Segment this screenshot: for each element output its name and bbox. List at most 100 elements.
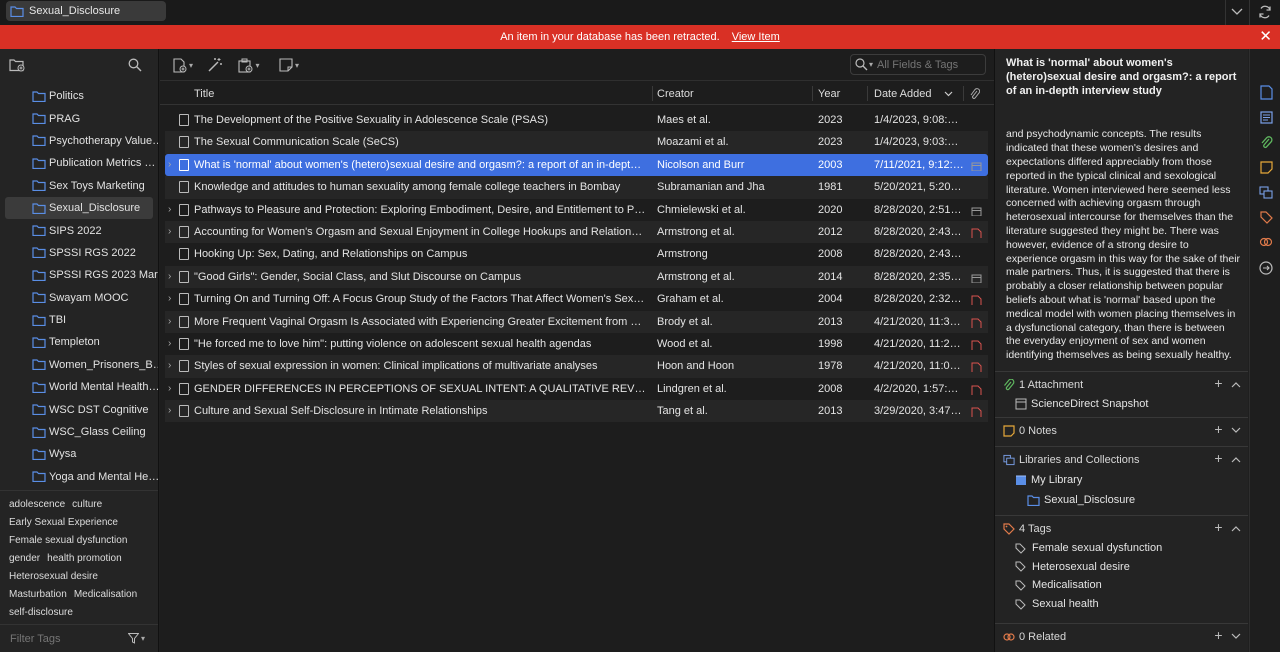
collection-item[interactable]: Psychotherapy Value… bbox=[0, 130, 158, 152]
tag-chip[interactable]: Heterosexual desire bbox=[9, 571, 98, 582]
chevron-down-icon[interactable] bbox=[1230, 628, 1241, 642]
collection-item[interactable]: Sex Toys Marketing bbox=[0, 175, 158, 197]
collection-item[interactable]: World Mental Health… bbox=[0, 376, 158, 398]
add-icon[interactable]: + bbox=[1213, 451, 1224, 465]
add-icon[interactable]: + bbox=[1213, 376, 1224, 390]
nav-libraries-button[interactable] bbox=[1258, 184, 1274, 200]
attachment-cell[interactable] bbox=[971, 226, 982, 238]
table-row[interactable]: › GENDER DIFFERENCES IN PERCEPTIONS OF SE… bbox=[165, 378, 988, 400]
chevron-right-icon[interactable]: › bbox=[168, 266, 176, 288]
column-divider[interactable] bbox=[963, 86, 964, 101]
column-creator[interactable]: Creator bbox=[657, 82, 694, 105]
attachment-cell[interactable] bbox=[971, 293, 982, 306]
nav-info-button[interactable] bbox=[1258, 84, 1274, 100]
table-row[interactable]: › "He forced me to love him": putting vio… bbox=[165, 333, 988, 355]
related-header[interactable]: 0 Related bbox=[1003, 630, 1066, 644]
attachment-cell[interactable] bbox=[971, 204, 982, 216]
tag-filter-input[interactable] bbox=[10, 632, 110, 645]
collection-item[interactable]: Sexual_Disclosure bbox=[5, 196, 153, 220]
collection-item[interactable]: Templeton bbox=[0, 331, 158, 353]
attachment-item[interactable]: ScienceDirect Snapshot bbox=[1015, 398, 1148, 410]
table-row[interactable]: Hooking Up: Sex, Dating, and Relationshi… bbox=[165, 243, 988, 265]
chevron-up-icon[interactable] bbox=[1230, 376, 1241, 390]
attachment-cell[interactable] bbox=[971, 159, 982, 171]
column-divider[interactable] bbox=[812, 86, 813, 101]
filter-collections-button[interactable] bbox=[127, 57, 143, 73]
tabs-menu-button[interactable] bbox=[1229, 2, 1245, 22]
attachment-cell[interactable] bbox=[971, 360, 982, 373]
chevron-right-icon[interactable]: › bbox=[168, 355, 176, 377]
libraries-header[interactable]: Libraries and Collections bbox=[1003, 453, 1139, 467]
tag-chip[interactable]: Medicalisation bbox=[74, 589, 137, 600]
column-attachments[interactable] bbox=[970, 82, 980, 105]
tag-actions-button[interactable]: ▾ bbox=[128, 633, 145, 644]
sync-button[interactable] bbox=[1256, 2, 1274, 22]
add-icon[interactable]: + bbox=[1213, 520, 1224, 534]
nav-related-button[interactable] bbox=[1258, 234, 1274, 250]
item-title[interactable]: What is 'normal' about women's (hetero)s… bbox=[1006, 56, 1242, 98]
chevron-up-icon[interactable] bbox=[1230, 520, 1241, 534]
add-attachment-button[interactable]: ▾ bbox=[235, 57, 263, 73]
column-date-added[interactable]: Date Added bbox=[874, 82, 953, 105]
new-note-button[interactable]: ▾ bbox=[276, 57, 302, 73]
nav-locate-button[interactable] bbox=[1258, 260, 1274, 276]
search-icon[interactable] bbox=[855, 58, 868, 71]
table-row[interactable]: › What is 'normal' about women's (hetero)… bbox=[165, 153, 988, 177]
table-row[interactable]: › Pathways to Pleasure and Protection: Ex… bbox=[165, 199, 988, 221]
table-row[interactable]: › Accounting for Women's Orgasm and Sexua… bbox=[165, 220, 988, 244]
new-item-button[interactable]: ▾ bbox=[170, 57, 196, 73]
table-row[interactable]: › Culture and Sexual Self-Disclosure in I… bbox=[165, 400, 988, 423]
collection-item[interactable]: TBI bbox=[0, 309, 158, 331]
table-row[interactable]: The Development of the Positive Sexualit… bbox=[165, 109, 988, 131]
tag-chip[interactable]: Masturbation bbox=[9, 589, 67, 600]
nav-notes-button[interactable] bbox=[1258, 159, 1274, 175]
chevron-right-icon[interactable]: › bbox=[168, 400, 176, 422]
search-input[interactable] bbox=[877, 58, 974, 71]
attachments-header[interactable]: 1 Attachment bbox=[1003, 378, 1083, 392]
chevron-right-icon[interactable]: › bbox=[168, 199, 176, 221]
chevron-right-icon[interactable]: › bbox=[168, 333, 176, 355]
table-row[interactable]: › More Frequent Vaginal Orgasm Is Associa… bbox=[165, 310, 988, 333]
table-row[interactable]: › Turning On and Turning Off: A Focus Gro… bbox=[165, 288, 988, 310]
collection-item[interactable]: Publication Metrics … bbox=[0, 152, 158, 174]
table-row[interactable]: › Styles of sexual expression in women: C… bbox=[165, 355, 988, 378]
add-icon[interactable]: + bbox=[1213, 628, 1224, 642]
attachment-cell[interactable] bbox=[971, 405, 982, 418]
attachment-cell[interactable] bbox=[971, 383, 982, 395]
library-item[interactable]: My Library bbox=[1015, 474, 1082, 486]
collection-tab[interactable]: Sexual_Disclosure bbox=[6, 1, 166, 21]
attachment-cell[interactable] bbox=[971, 316, 982, 328]
collection-item[interactable]: Swayam MOOC bbox=[0, 287, 158, 309]
table-row[interactable]: The Sexual Communication Scale (SeCS) Moa… bbox=[165, 131, 988, 154]
column-divider[interactable] bbox=[867, 86, 868, 101]
chevron-down-icon[interactable] bbox=[1230, 422, 1241, 436]
column-year[interactable]: Year bbox=[818, 82, 840, 105]
tag-chip[interactable]: Early Sexual Experience bbox=[9, 517, 118, 528]
tag-chip[interactable]: gender bbox=[9, 553, 40, 564]
tag-item[interactable]: Medicalisation bbox=[1015, 579, 1102, 591]
close-icon[interactable]: ✕ bbox=[1259, 29, 1272, 44]
chevron-right-icon[interactable]: › bbox=[168, 378, 176, 400]
tag-item[interactable]: Sexual health bbox=[1015, 598, 1099, 610]
tag-chip[interactable]: adolescence bbox=[9, 499, 65, 510]
chevron-down-icon[interactable]: ▾ bbox=[869, 60, 873, 69]
collection-item[interactable]: WSC_Glass Ceiling bbox=[0, 421, 158, 443]
collection-item[interactable]: SPSSI RGS 2022 bbox=[0, 242, 158, 264]
chevron-right-icon[interactable]: › bbox=[168, 154, 176, 176]
view-item-link[interactable]: View Item bbox=[732, 31, 780, 43]
collection-item[interactable]: Wysa bbox=[0, 443, 158, 465]
chevron-right-icon[interactable]: › bbox=[168, 288, 176, 310]
tag-item[interactable]: Heterosexual desire bbox=[1015, 561, 1130, 573]
add-by-identifier-button[interactable] bbox=[206, 57, 224, 73]
add-icon[interactable]: + bbox=[1213, 422, 1224, 436]
column-divider[interactable] bbox=[652, 86, 653, 101]
new-collection-button[interactable] bbox=[8, 57, 26, 73]
collection-item[interactable]: Politics bbox=[0, 85, 158, 107]
collection-item[interactable]: WSC DST Cognitive bbox=[0, 398, 158, 420]
nav-attachments-button[interactable] bbox=[1258, 134, 1274, 150]
tags-header[interactable]: 4 Tags bbox=[1003, 522, 1051, 536]
tag-chip[interactable]: health promotion bbox=[47, 553, 122, 564]
chevron-right-icon[interactable]: › bbox=[168, 311, 176, 333]
tag-chip[interactable]: culture bbox=[72, 499, 102, 510]
collection-item[interactable]: Women_Prisoners_B… bbox=[0, 354, 158, 376]
